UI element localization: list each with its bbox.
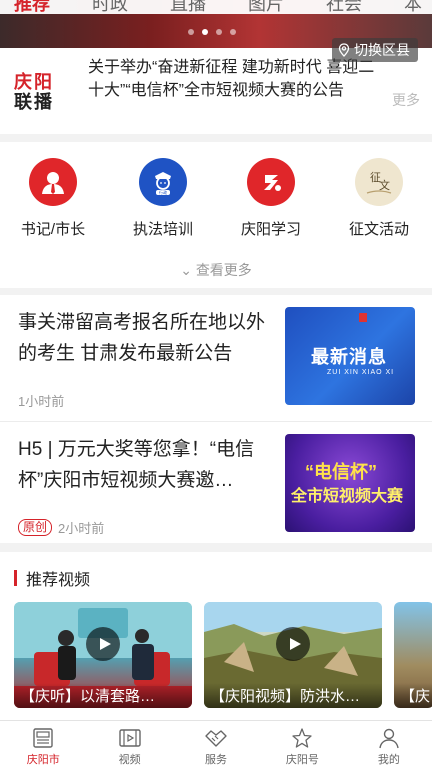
handshake-icon (205, 730, 227, 747)
news-time: 1小时前 (18, 394, 65, 409)
carousel-dot (216, 29, 222, 35)
see-more-label: 查看更多 (195, 262, 252, 278)
video-card[interactable]: 【庆 (394, 602, 432, 708)
news-list: 事关滞留高考报名所在地以外的考生 甘肃发布最新公告 1小时前 最新消息 ZUI … (0, 295, 432, 543)
carousel-dot-active (202, 29, 208, 35)
grid-item-secretary-mayor[interactable]: 书记/市长 (8, 158, 98, 239)
grid-item-qingyang-study[interactable]: 庆阳学习 (226, 158, 316, 239)
play-icon (289, 638, 301, 651)
study-emblem-icon (247, 158, 295, 206)
tab-pictures[interactable]: 图片 (248, 0, 312, 14)
headline-more-link[interactable]: 更多 (392, 90, 420, 110)
nav-label: 视频 (118, 754, 141, 766)
recommended-videos: 推荐视频 【庆听】以清套路… 【庆阳视频】防洪水… 【庆 (0, 552, 432, 720)
video-caption: 【庆 (394, 683, 432, 708)
grid-label: 书记/市长 (20, 221, 86, 238)
person-icon (379, 728, 399, 749)
video-caption: 【庆听】以清套路… (14, 683, 192, 708)
video-caption: 【庆阳视频】防洪水… (204, 683, 382, 708)
grid-item-law-training[interactable]: 行政 执法培训 (118, 158, 208, 239)
chevron-down-icon: ⌄ (180, 262, 196, 278)
tab-recommend[interactable]: 推荐 (14, 0, 78, 14)
thumb-line1: “电信杯” (305, 462, 377, 482)
thumb-main-text: 最新消息 (311, 347, 387, 367)
service-grid: 书记/市长 行政 执法培训 庆阳学习 征 文 征文活动 ⌄ 查看更多 (0, 142, 432, 288)
nav-item-mine[interactable]: 我的 (346, 721, 432, 768)
play-icon (99, 638, 111, 651)
grid-label: 庆阳学习 (240, 221, 301, 238)
section-accent-bar (14, 570, 17, 586)
news-item[interactable]: H5 | 万元大奖等您拿！“电信杯”庆阳市短视频大赛邀… 原创 2小时前 “电信… (0, 422, 432, 548)
video-card[interactable]: 【庆听】以清套路… (14, 602, 192, 708)
nav-item-video[interactable]: 视频 (86, 721, 172, 768)
app-screen: 推荐 时政 直播 图片 社会 本 切换区县 庆阳 联播 关于举办“奋进新征程 建… (0, 0, 432, 768)
tab-society[interactable]: 社会 (326, 0, 390, 14)
nav-item-qingyang-account[interactable]: 庆阳号 (259, 721, 345, 768)
news-time: 2小时前 (58, 521, 105, 536)
nav-label: 服务 (205, 754, 228, 766)
tab-politics[interactable]: 时政 (92, 0, 156, 14)
logo-line2: 联播 (14, 92, 64, 112)
thumb-tag (359, 313, 368, 322)
newspaper-icon (33, 728, 53, 748)
section-header: 推荐视频 (14, 566, 90, 590)
headline-text[interactable]: 关于举办“奋进新征程 建功新时代 喜迎二十大”“电信杯”全市短视频大赛的公告 (88, 56, 384, 102)
nav-label: 我的 (377, 754, 400, 766)
news-thumbnail[interactable]: 最新消息 ZUI XIN XIAO XI (285, 307, 415, 405)
channel-tabs: 推荐 时政 直播 图片 社会 本 (0, 0, 432, 14)
svg-text:行政: 行政 (159, 189, 167, 195)
thumb-line2: 全市短视频大赛 (291, 488, 404, 505)
svg-text:文: 文 (379, 178, 390, 192)
grid-label: 征文活动 (348, 221, 409, 238)
news-title[interactable]: 事关滞留高考报名所在地以外的考生 甘肃发布最新公告 (18, 307, 268, 369)
video-card[interactable]: 【庆阳视频】防洪水… (204, 602, 382, 708)
news-item[interactable]: 事关滞留高考报名所在地以外的考生 甘肃发布最新公告 1小时前 最新消息 ZUI … (0, 295, 432, 422)
qingyang-lianbo-logo: 庆阳 联播 (14, 72, 64, 114)
tab-local[interactable]: 本 (404, 0, 428, 14)
film-icon (118, 729, 141, 747)
original-badge: 原创 (18, 519, 53, 536)
nav-label: 庆阳号 (285, 754, 319, 766)
nav-item-service[interactable]: 服务 (173, 721, 259, 768)
news-thumbnail[interactable]: “电信杯” 全市短视频大赛 (285, 434, 415, 532)
logo-line1: 庆阳 (14, 72, 54, 92)
news-meta: 原创 2小时前 (18, 518, 104, 537)
leader-icon (29, 158, 77, 206)
thumb-sub-text: ZUI XIN XIAO XI (327, 369, 395, 376)
carousel-dots (188, 29, 236, 35)
switch-county-label: 切换区县 (354, 42, 410, 58)
essay-scroll-icon: 征 文 (355, 158, 403, 206)
carousel-dot (188, 29, 194, 35)
carousel-dot (230, 29, 236, 35)
news-title[interactable]: H5 | 万元大奖等您拿！“电信杯”庆阳市短视频大赛邀… (18, 434, 268, 496)
police-officer-icon: 行政 (139, 158, 187, 206)
grid-label: 执法培训 (132, 221, 193, 238)
section-title: 推荐视频 (26, 572, 91, 589)
star-icon (292, 728, 313, 748)
bottom-nav: 庆阳市 视频 服务 庆阳号 我的 (0, 720, 432, 768)
grid-item-essay-contest[interactable]: 征 文 征文活动 (334, 158, 424, 239)
news-meta: 1小时前 (18, 391, 64, 410)
location-pin-icon (338, 43, 350, 57)
tab-live[interactable]: 直播 (170, 0, 234, 14)
nav-label: 庆阳市 (26, 754, 60, 766)
nav-item-qingyang-city[interactable]: 庆阳市 (0, 721, 86, 768)
switch-county-button[interactable]: 切换区县 (332, 38, 418, 62)
see-more-button[interactable]: ⌄ 查看更多 (0, 260, 432, 280)
